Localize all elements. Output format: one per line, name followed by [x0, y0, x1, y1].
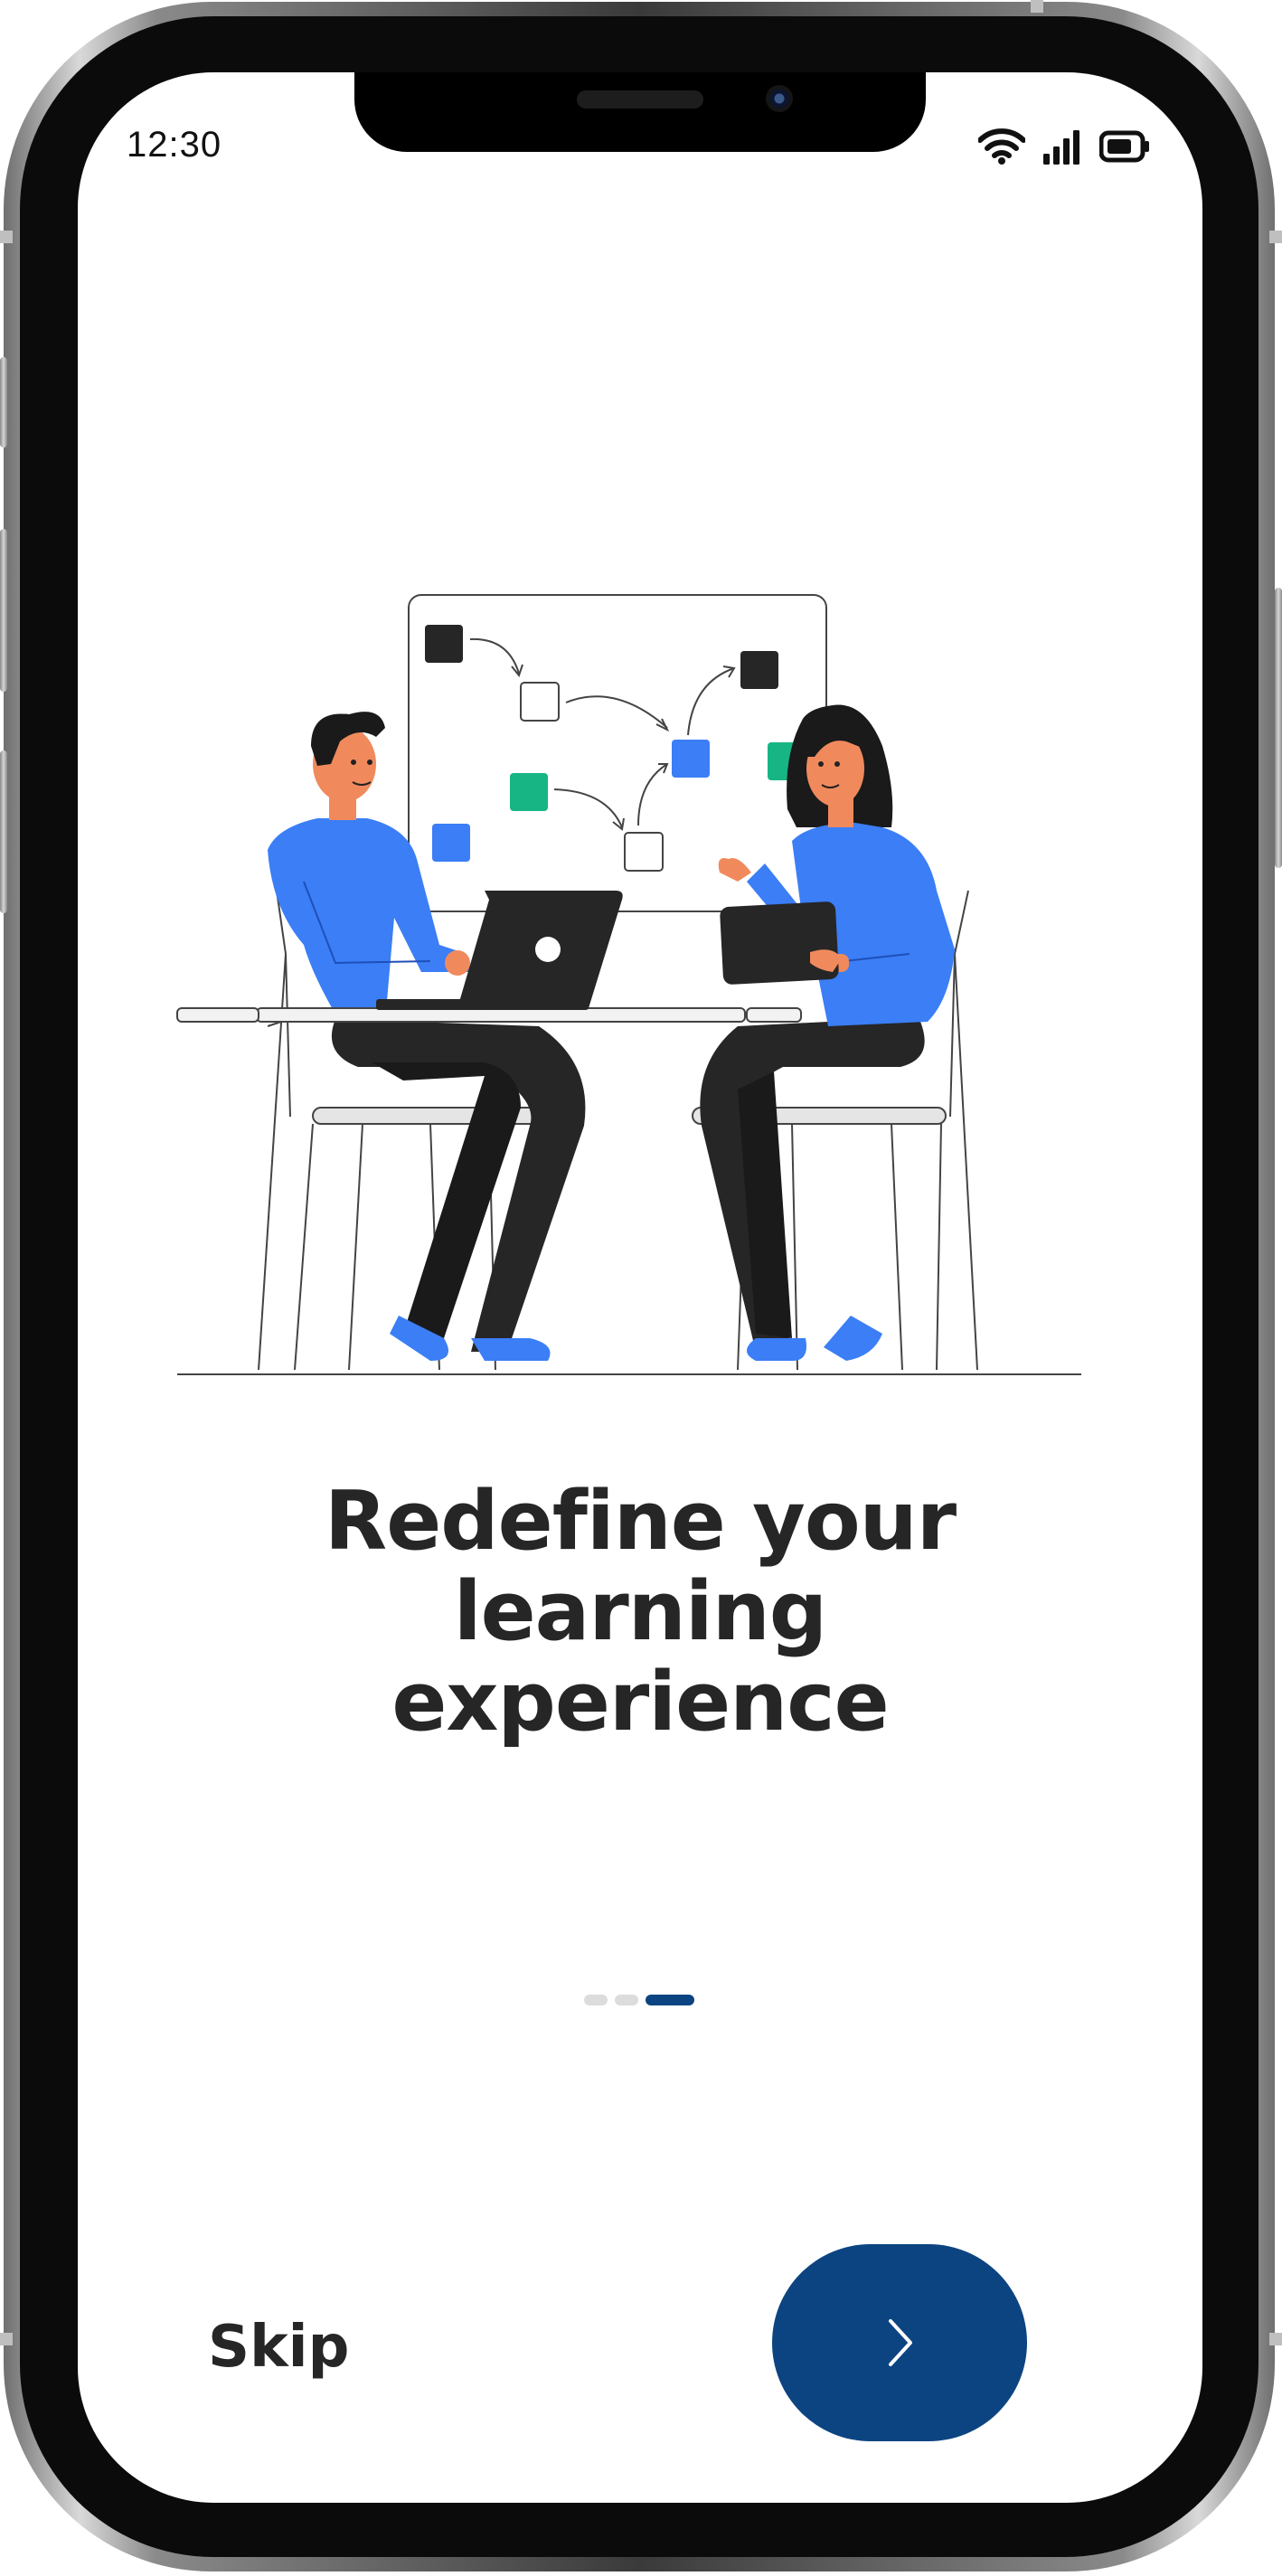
cellular-signal-icon — [1043, 130, 1079, 165]
volume-down-button — [0, 750, 7, 913]
volume-up-button — [0, 529, 7, 692]
antenna-band — [1269, 2333, 1282, 2345]
phone-screen: 12:30 Redefine your learning experience … — [78, 72, 1202, 2503]
page-dot-3-active[interactable] — [646, 1995, 694, 2005]
earpiece-speaker — [577, 90, 703, 109]
tablet — [720, 901, 842, 985]
status-icons — [978, 128, 1150, 165]
status-time: 12:30 — [127, 125, 222, 165]
page-dot-1[interactable] — [584, 1995, 608, 2005]
mute-switch — [0, 357, 7, 448]
title-line-3: experience — [391, 1655, 889, 1750]
chevron-right-icon — [889, 2319, 912, 2366]
page-indicator — [584, 1995, 694, 2005]
whiteboard — [408, 594, 827, 912]
page-dot-2[interactable] — [615, 1995, 638, 2005]
antenna-band — [0, 2333, 13, 2345]
antenna-band — [0, 231, 13, 243]
notch — [354, 72, 926, 152]
front-camera — [766, 85, 793, 112]
antenna-band — [1031, 0, 1043, 13]
antenna-band — [1269, 231, 1282, 243]
title-line-2: learning — [453, 1564, 827, 1659]
onboarding-title: Redefine your learning experience — [78, 1477, 1202, 1748]
table — [176, 1007, 802, 1027]
onboarding-illustration — [176, 594, 1081, 1375]
wifi-icon — [978, 128, 1025, 165]
skip-button[interactable]: Skip — [208, 2314, 349, 2381]
power-button — [1275, 588, 1282, 868]
title-line-1: Redefine your — [324, 1474, 957, 1569]
next-button[interactable] — [772, 2244, 1027, 2441]
battery-icon — [1099, 130, 1149, 163]
